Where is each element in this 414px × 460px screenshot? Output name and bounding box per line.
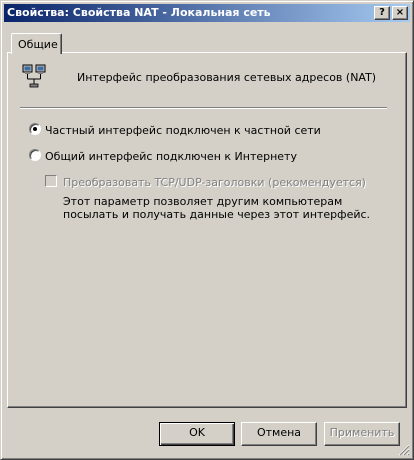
- nat-heading: Интерфейс преобразования сетевых адресов…: [77, 71, 377, 84]
- tab-general-label: Общие: [18, 38, 58, 51]
- close-button[interactable]: ×: [392, 6, 408, 20]
- option-description: Этот параметр позволяет другим компьютер…: [63, 195, 371, 221]
- radio-selected-dot: [33, 127, 37, 131]
- tab-general[interactable]: Общие: [11, 33, 62, 54]
- private-interface-radio[interactable]: [29, 123, 41, 135]
- dialog-window: Свойства: Свойства NAT - Локальная сеть …: [0, 0, 414, 460]
- private-interface-label[interactable]: Частный интерфейс подключен к частной се…: [45, 124, 321, 137]
- translate-headers-checkbox: [45, 175, 57, 187]
- ok-button[interactable]: OK: [159, 422, 235, 446]
- tab-panel-general: [7, 52, 407, 408]
- public-interface-radio[interactable]: [29, 149, 41, 161]
- apply-button: Применить: [324, 422, 400, 446]
- cancel-button[interactable]: Отмена: [241, 422, 317, 446]
- help-button[interactable]: ?: [374, 6, 390, 20]
- resize-grip-icon[interactable]: [398, 444, 410, 456]
- translate-headers-label: Преобразовать TCP/UDP-заголовки (рекомен…: [63, 176, 366, 189]
- public-interface-label[interactable]: Общий интерфейс подключен к Интернету: [45, 150, 297, 163]
- network-connection-icon: [22, 64, 46, 88]
- title-bar[interactable]: Свойства: Свойства NAT - Локальная сеть …: [4, 4, 410, 22]
- separator: [20, 107, 387, 109]
- window-title: Свойства: Свойства NAT - Локальная сеть: [7, 6, 271, 19]
